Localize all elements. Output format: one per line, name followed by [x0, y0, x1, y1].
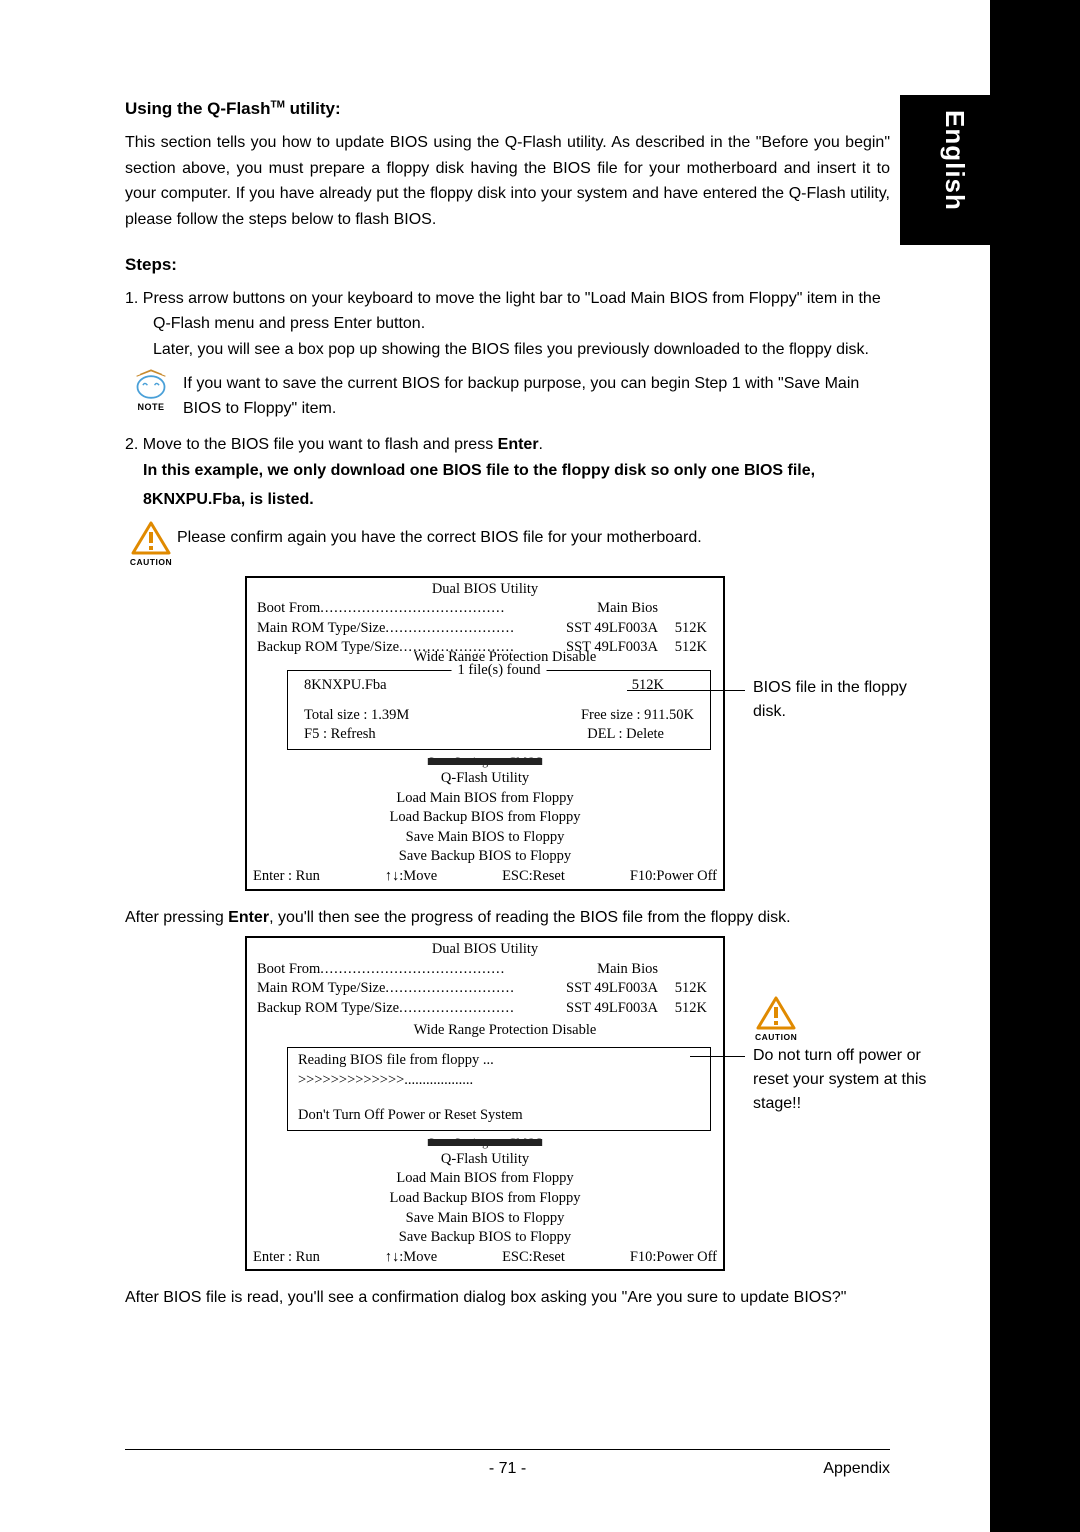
del-delete: DEL : Delete [587, 725, 694, 745]
menu-save-backup: Save Backup BIOS to Floppy [247, 847, 723, 867]
caution-row: CAUTION Please confirm again you have th… [125, 521, 890, 570]
f5-refresh: F5 : Refresh [304, 725, 376, 745]
footer-esc: ESC:Reset [502, 867, 565, 887]
dont-turn-off: Don't Turn Off Power or Reset System [298, 1106, 700, 1126]
main-rom-val-2: SST 49LF003A [566, 979, 658, 999]
menu-load-main-2: Load Main BIOS from Floppy [247, 1169, 723, 1189]
caution-label: CAUTION [130, 556, 172, 570]
backup-rom-label-2: Backup ROM Type/Size [257, 999, 399, 1019]
caution-text: Please confirm again you have the correc… [177, 521, 702, 551]
heading-suffix: utility: [285, 99, 341, 118]
free-size: Free size : 911.50K [581, 706, 694, 726]
heading-using-qflash: Using the Q-FlashTM utility: [125, 95, 890, 122]
main-rom-label: Main ROM Type/Size [257, 619, 385, 639]
file-name: 8KNXPU.Fba [304, 676, 387, 696]
file-popup: 1 file(s) found 8KNXPU.Fba 512K Total si… [287, 670, 711, 750]
note-text: If you want to save the current BIOS for… [183, 369, 890, 422]
dots: ......................... [399, 999, 566, 1019]
side-caution-icon: CAUTION [755, 996, 797, 1045]
language-tab: English [900, 95, 990, 245]
obscured-line: Save Settings to CMOS [247, 753, 723, 769]
spacer [658, 960, 713, 980]
dots: ............................ [385, 979, 566, 999]
step2-enter: Enter [498, 436, 539, 453]
page-number: - 71 - [225, 1460, 790, 1478]
appendix-label: Appendix [790, 1460, 890, 1478]
boot-from-label: Boot From [257, 599, 320, 619]
intro-paragraph: This section tells you how to update BIO… [125, 130, 890, 232]
menu-save-main: Save Main BIOS to Floppy [247, 828, 723, 848]
steps-heading: Steps: [125, 251, 890, 278]
footer-left-spacer [125, 1460, 225, 1478]
menu-save-backup-2: Save Backup BIOS to Floppy [247, 1228, 723, 1248]
step-2: 2. Move to the BIOS file you want to fla… [125, 432, 890, 458]
progress-popup: Reading BIOS file from floppy ... >>>>>>… [287, 1047, 711, 1131]
file-size: 512K [632, 676, 694, 696]
footer-f10-2: F10:Power Off [630, 1248, 717, 1268]
main-rom-size: 512K [658, 619, 713, 639]
annot-text-2: Do not turn off power or reset your syst… [753, 1044, 953, 1116]
footer-divider [125, 1449, 890, 1450]
dots: ........................................ [320, 599, 597, 619]
files-found: 1 file(s) found [452, 661, 547, 681]
main-rom-val: SST 49LF003A [566, 619, 658, 639]
obscured-line-2: Save Settings to CMOS [247, 1134, 723, 1150]
backup-rom-val-2: SST 49LF003A [566, 999, 658, 1019]
note-icon: NOTE [125, 369, 177, 415]
boot-from-val-2: Main Bios [597, 960, 658, 980]
after-enter-para: After pressing Enter, you'll then see th… [125, 905, 890, 931]
step2-pre: 2. Move to the BIOS file you want to fla… [125, 436, 498, 453]
footer-enter: Enter : Run [253, 867, 320, 887]
reading-label: Reading BIOS file from floppy ... [298, 1051, 700, 1071]
bios-screenshot-1: Dual BIOS Utility Boot From ............… [245, 576, 890, 891]
step-1-b: Later, you will see a box pop up showing… [153, 337, 890, 363]
qflash-utility: Q-Flash Utility [247, 769, 723, 789]
menu-load-main: Load Main BIOS from Floppy [247, 789, 723, 809]
progress-bar: >>>>>>>>>>>>>................... [298, 1071, 700, 1091]
annot-line-1 [627, 690, 745, 691]
footer-move: ↑↓:Move [385, 867, 437, 887]
menu-load-backup-2: Load Backup BIOS from Floppy [247, 1189, 723, 1209]
main-rom-label-2: Main ROM Type/Size [257, 979, 385, 999]
footer-row: - 71 - Appendix [125, 1460, 890, 1478]
language-tab-label: English [939, 110, 970, 211]
side-caution-label: CAUTION [755, 1031, 797, 1045]
step2-post: . [539, 436, 543, 453]
dots: ............................ [385, 619, 566, 639]
after-enter-pre: After pressing [125, 909, 228, 926]
footer-f10: F10:Power Off [630, 867, 717, 887]
after-read-para: After BIOS file is read, you'll see a co… [125, 1285, 890, 1311]
after-enter-bold: Enter [228, 909, 269, 926]
dots: ........................................ [320, 960, 597, 980]
backup-rom-size-2: 512K [658, 999, 713, 1019]
backup-rom-size: 512K [658, 638, 713, 658]
main-rom-size-2: 512K [658, 979, 713, 999]
spacer [658, 599, 713, 619]
bios-title: Dual BIOS Utility [247, 578, 723, 600]
qflash-utility-2: Q-Flash Utility [247, 1150, 723, 1170]
footer-esc-2: ESC:Reset [502, 1248, 565, 1268]
caution-icon: CAUTION [125, 521, 177, 570]
footer-enter-2: Enter : Run [253, 1248, 320, 1268]
total-size: Total size : 1.39M [304, 706, 409, 726]
note-row: NOTE If you want to save the current BIO… [125, 369, 890, 422]
note-label: NOTE [137, 400, 164, 414]
wide-range-protect-2: Wide Range Protection Disable [287, 1021, 723, 1041]
boot-from-val: Main Bios [597, 599, 658, 619]
menu-load-backup: Load Backup BIOS from Floppy [247, 808, 723, 828]
boot-from-label-2: Boot From [257, 960, 320, 980]
bios-title-2: Dual BIOS Utility [247, 938, 723, 960]
tm-mark: TM [270, 99, 284, 110]
step2-bold: In this example, we only download one BI… [143, 457, 890, 515]
step-1-a: 1. Press arrow buttons on your keyboard … [153, 286, 890, 337]
annot-line-2 [690, 1056, 745, 1057]
backup-rom-label: Backup ROM Type/Size [257, 638, 399, 658]
heading-text: Using the Q-Flash [125, 99, 270, 118]
bios-screenshot-2: Dual BIOS Utility Boot From ............… [245, 936, 890, 1271]
after-enter-post: , you'll then see the progress of readin… [269, 909, 791, 926]
annot-text-1: BIOS file in the floppy disk. [753, 676, 943, 724]
menu-save-main-2: Save Main BIOS to Floppy [247, 1209, 723, 1229]
footer-move-2: ↑↓:Move [385, 1248, 437, 1268]
